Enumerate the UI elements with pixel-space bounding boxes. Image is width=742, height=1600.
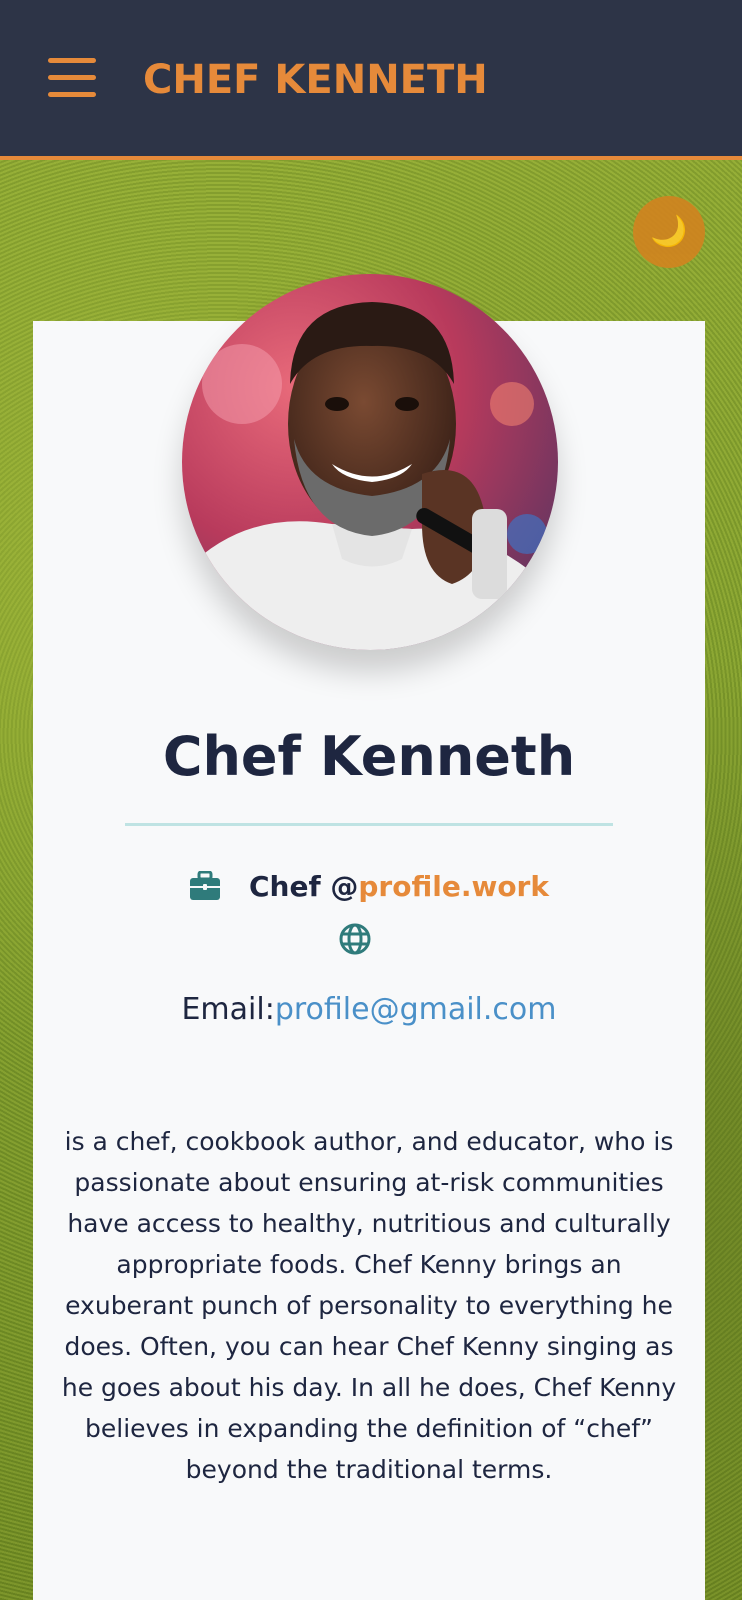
briefcase-icon xyxy=(189,871,220,900)
email-row: Email:profile@gmail.com xyxy=(33,990,705,1030)
work-role: Chef xyxy=(248,869,321,903)
work-at: @ xyxy=(330,869,359,903)
name-divider xyxy=(125,823,613,826)
email-link[interactable]: profile@gmail.com xyxy=(275,992,557,1027)
profile-name: Chef Kenneth xyxy=(162,725,576,788)
work-link[interactable]: profile.work xyxy=(358,870,549,903)
work-info: Chef @profile.work xyxy=(33,866,705,906)
moon-icon: 🌙 xyxy=(650,214,688,249)
hamburger-menu-icon[interactable] xyxy=(48,58,96,98)
globe-icon[interactable] xyxy=(338,922,372,956)
profile-photo xyxy=(182,274,558,650)
top-navbar: CHEF KENNETH xyxy=(0,0,742,160)
email-label: Email: xyxy=(181,992,275,1027)
site-brand[interactable]: CHEF KENNETH xyxy=(143,56,488,104)
profile-bio: is a chef, cookbook author, and educator… xyxy=(61,1127,677,1484)
dark-mode-toggle[interactable]: 🌙 xyxy=(633,196,705,268)
profile-photo-image xyxy=(182,274,558,650)
